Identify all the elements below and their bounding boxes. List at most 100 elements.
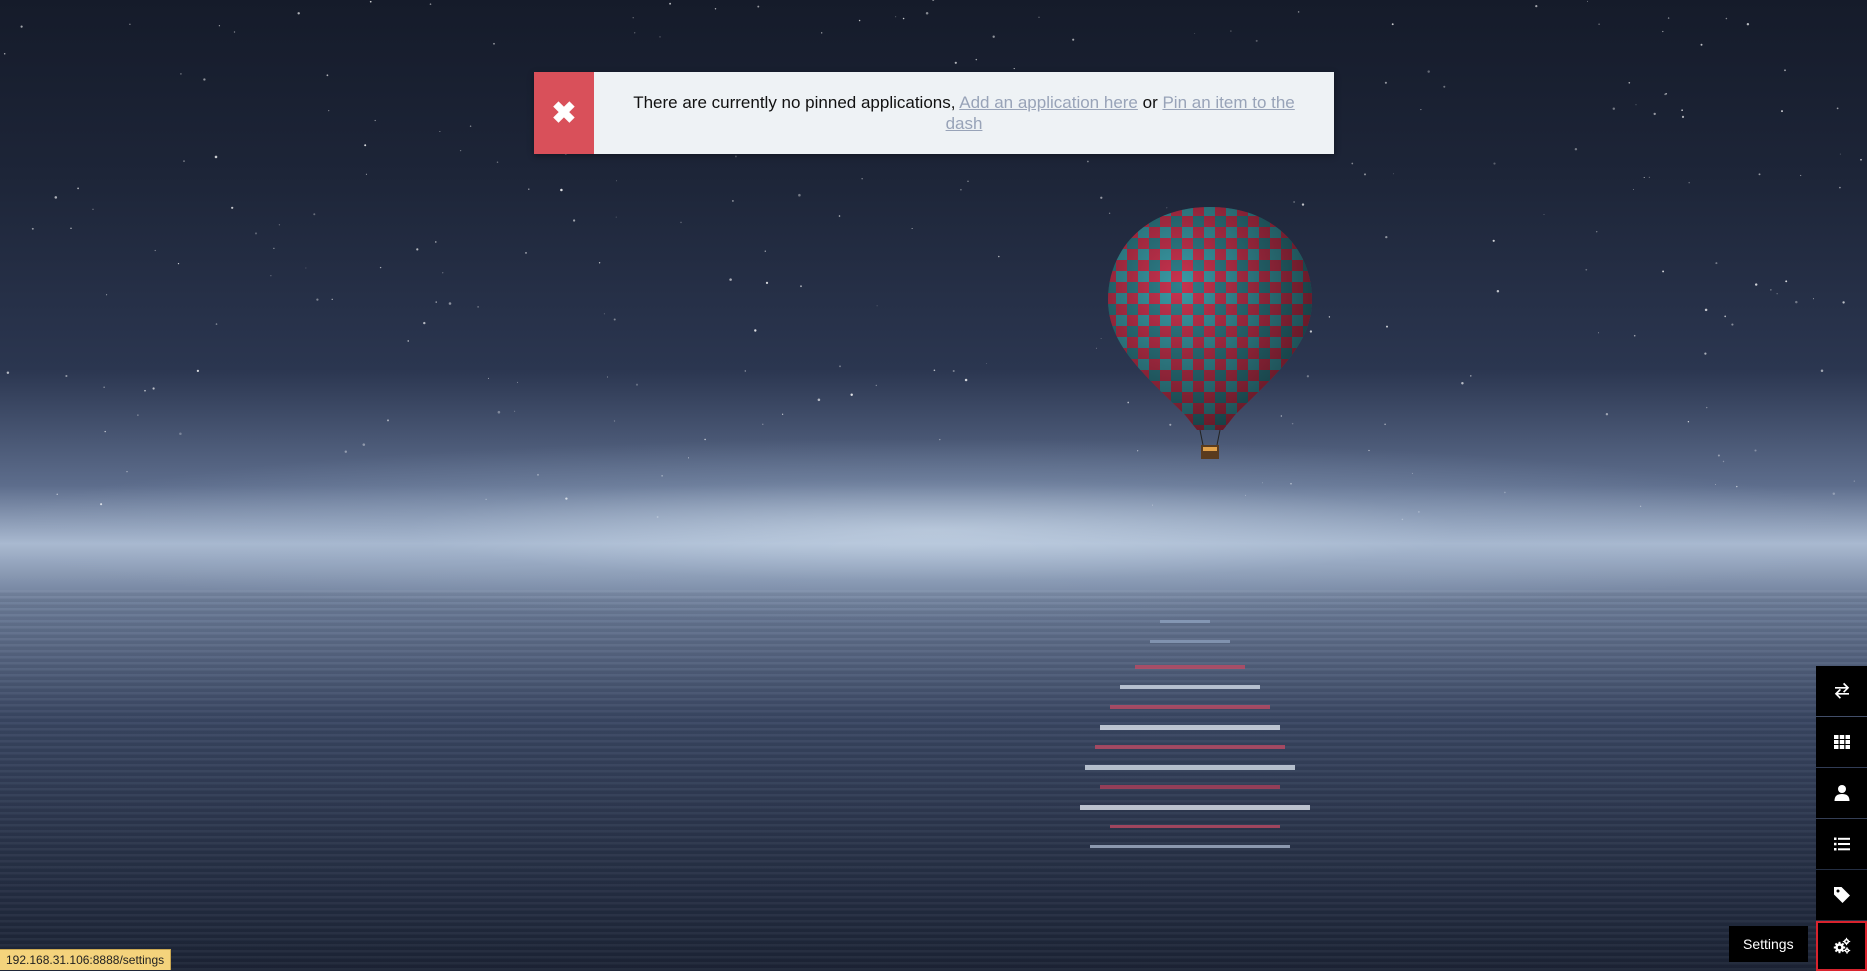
star [1100,196,1103,199]
user-icon [1834,785,1849,801]
star [850,393,853,396]
star [92,208,94,210]
star [1681,115,1685,118]
star [387,419,389,422]
star [1665,92,1668,95]
star [1072,38,1075,41]
tags-button[interactable] [1816,870,1867,920]
star [365,173,367,175]
cogs-icon [1833,937,1850,954]
star [960,188,962,191]
star [1427,70,1430,73]
star [144,389,146,392]
apps-grid-button[interactable] [1816,717,1867,767]
star [379,266,382,269]
star [632,17,634,19]
close-icon[interactable]: ✖ [534,72,594,154]
star [70,227,72,230]
star [477,306,479,308]
star [215,323,218,325]
star [1700,43,1703,46]
settings-button[interactable] [1816,921,1867,971]
star [1100,338,1102,339]
tag-icon [1833,887,1850,903]
star [613,318,616,321]
star [1704,308,1708,312]
star [1633,334,1636,337]
star [615,180,617,182]
star [975,58,978,61]
star [1493,162,1496,165]
star [635,383,639,386]
star [469,125,472,127]
star [861,178,863,180]
star [203,78,206,81]
star [137,414,139,416]
star [925,12,929,15]
star [1598,23,1600,26]
star [313,213,316,216]
star [615,216,617,218]
star [781,413,784,415]
star [1038,16,1040,18]
star [714,8,717,10]
star [613,420,616,422]
star [439,131,441,133]
star [1662,30,1664,33]
star [1731,323,1734,326]
star [1496,289,1500,293]
star [493,42,495,45]
star [734,155,737,158]
star [998,255,1000,258]
star [1386,325,1388,328]
star [435,241,437,243]
star [273,247,275,250]
star [129,23,131,25]
star [902,17,905,20]
star [1597,332,1600,334]
star [1535,5,1538,8]
star [634,32,636,34]
star [798,193,801,197]
star [31,227,34,230]
star [1648,176,1651,179]
swap-button[interactable] [1816,666,1867,716]
star [952,369,955,373]
star [1013,68,1015,70]
list-button[interactable] [1816,819,1867,869]
star [1643,176,1645,179]
star [1687,421,1690,423]
star [1836,107,1839,110]
star [1293,201,1295,203]
star [800,285,802,288]
star [1612,107,1616,110]
star [1543,214,1545,215]
star [278,224,281,226]
star [1351,162,1354,165]
star [297,12,300,15]
star [1746,22,1750,26]
star [1781,110,1783,113]
add-application-link[interactable]: Add an application here [959,93,1138,112]
star [729,278,732,281]
star [1812,298,1815,300]
star [1194,33,1196,34]
star [1297,11,1300,13]
star [1385,235,1388,239]
star [933,369,936,372]
star [603,313,605,315]
star [305,267,307,269]
star [1595,230,1598,233]
star [1363,173,1367,176]
star [374,119,376,122]
star [744,370,747,372]
star [218,25,221,27]
user-button[interactable] [1816,768,1867,818]
star [1586,0,1589,2]
no-pinned-apps-notification: ✖ There are currently no pinned applicat… [534,72,1334,154]
star [669,2,672,5]
star [1715,262,1718,265]
star [572,219,576,222]
star [1328,316,1331,318]
star [1667,17,1670,19]
